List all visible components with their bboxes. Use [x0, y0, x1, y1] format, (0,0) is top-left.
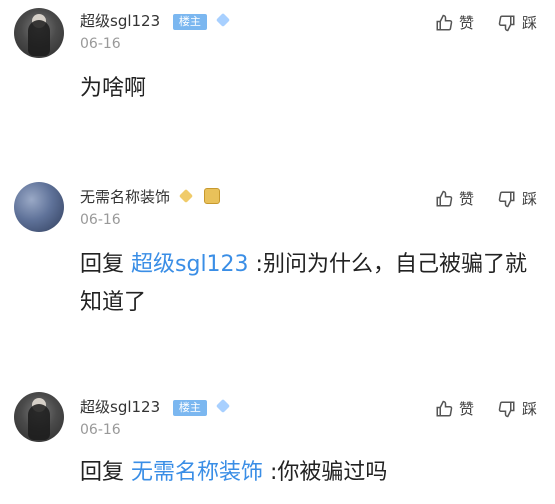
diamond-icon	[215, 398, 230, 414]
username-text[interactable]: 无需名称装饰	[80, 188, 170, 206]
vote-actions: 赞 踩	[435, 398, 537, 419]
dislike-label: 踩	[521, 14, 537, 32]
thumbs-down-icon	[498, 401, 515, 417]
medal-icon	[203, 188, 220, 204]
like-label: 赞	[458, 400, 474, 418]
thumbs-up-icon	[436, 190, 453, 206]
avatar[interactable]	[14, 392, 64, 442]
reply-prefix: 回复	[80, 252, 125, 277]
avatar-figure-shape	[28, 404, 50, 440]
like-label: 赞	[458, 190, 474, 208]
dislike-label: 踩	[521, 400, 537, 418]
username[interactable]: 无需名称装饰	[80, 186, 220, 207]
op-badge: 楼主	[172, 400, 207, 416]
like-button[interactable]: 赞	[435, 12, 474, 33]
dislike-label: 踩	[521, 190, 537, 208]
diamond-icon	[215, 12, 230, 28]
like-button[interactable]: 赞	[435, 188, 474, 209]
mention-link[interactable]: 超级sgl123	[131, 252, 249, 277]
mention-link[interactable]: 无需名称装饰	[131, 460, 263, 485]
avatar-figure-shape	[28, 20, 50, 56]
reply-prefix: 回复	[80, 460, 125, 485]
comment-text: 回复 超级sgl123 :别问为什么，自己被骗了就知道了	[80, 246, 540, 322]
dislike-button[interactable]: 踩	[498, 398, 537, 419]
username[interactable]: 超级sgl123 楼主	[80, 396, 230, 417]
username-text[interactable]: 超级sgl123	[80, 12, 160, 30]
op-badge: 楼主	[172, 14, 207, 30]
reply-body: :你被骗过吗	[263, 460, 388, 485]
timestamp: 06-16	[80, 212, 121, 228]
dislike-button[interactable]: 踩	[498, 12, 537, 33]
thumbs-up-icon	[436, 14, 453, 30]
thumbs-down-icon	[498, 15, 515, 31]
avatar[interactable]	[14, 182, 64, 232]
vote-actions: 赞 踩	[435, 188, 537, 209]
thumbs-up-icon	[436, 400, 453, 416]
vote-actions: 赞 踩	[435, 12, 537, 33]
like-button[interactable]: 赞	[435, 398, 474, 419]
avatar[interactable]	[14, 8, 64, 58]
username[interactable]: 超级sgl123 楼主	[80, 10, 230, 31]
thumbs-down-icon	[498, 191, 515, 207]
diamond-icon	[178, 188, 193, 204]
username-text[interactable]: 超级sgl123	[80, 398, 160, 416]
comment-text: 为啥啊	[80, 76, 147, 101]
dislike-button[interactable]: 踩	[498, 188, 537, 209]
like-label: 赞	[458, 14, 474, 32]
comment-text: 回复 无需名称装饰 :你被骗过吗	[80, 454, 540, 492]
timestamp: 06-16	[80, 422, 121, 438]
timestamp: 06-16	[80, 36, 121, 52]
